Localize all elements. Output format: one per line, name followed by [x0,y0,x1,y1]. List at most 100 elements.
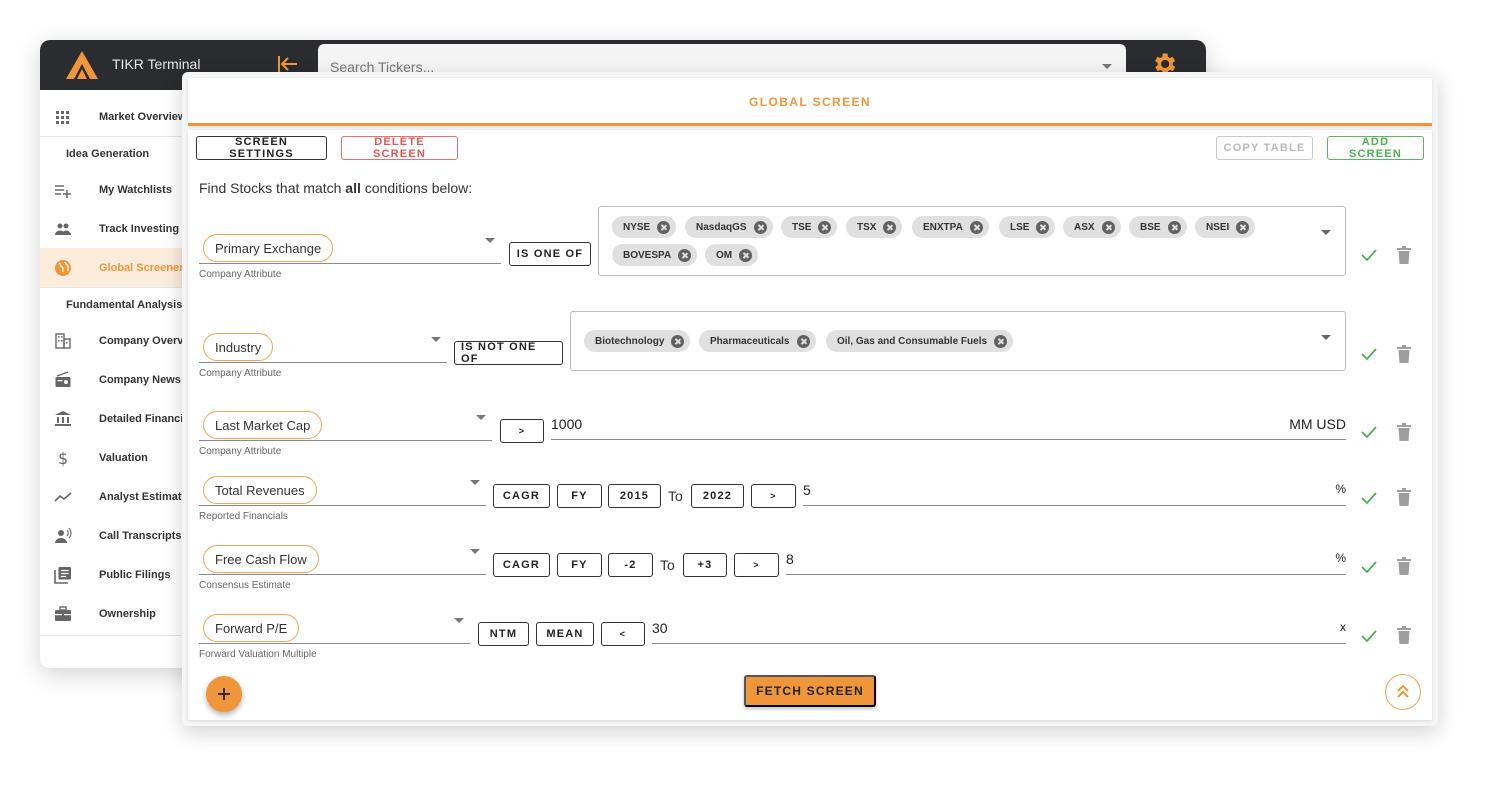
trash-icon[interactable] [1397,246,1411,264]
copy-table-button[interactable]: COPY TABLE [1216,136,1313,160]
value-chip: Oil, Gas and Consumable Fuels [826,330,1014,352]
period-button[interactable]: FY [557,484,602,508]
trash-icon[interactable] [1397,557,1411,575]
remove-chip-icon[interactable] [796,334,810,348]
metric-chip[interactable]: Forward P/E [203,614,300,642]
metric-chip[interactable]: Industry [203,333,274,361]
from-period-button[interactable]: -2 [608,553,653,577]
sidebar-item-detailed-financials[interactable]: Detailed Financial [40,399,193,438]
trash-icon[interactable] [1397,626,1411,644]
period-button[interactable]: NTM [478,622,529,646]
sidebar-item-global-screener[interactable]: Global Screener [40,248,190,287]
to-period-button[interactable]: +3 [683,553,727,577]
value-input[interactable]: 8 % [786,549,1346,575]
sidebar-item-call-transcripts[interactable]: Call Transcripts [40,516,190,555]
value-text[interactable]: 5 [803,482,811,498]
trash-icon[interactable] [1397,488,1411,506]
sidebar: Market Overview Idea Generation My Watch… [40,90,194,668]
sidebar-item-valuation[interactable]: $ Valuation [40,438,190,477]
remove-chip-icon[interactable] [1167,220,1181,234]
metric-dropdown-caret-icon[interactable] [485,238,495,243]
value-text[interactable]: 8 [786,551,794,567]
from-year-button[interactable]: 2015 [608,484,661,508]
remove-chip-icon[interactable] [994,334,1008,348]
metric-chip[interactable]: Last Market Cap [203,411,323,439]
comparator-button[interactable]: > [500,419,544,443]
trash-icon[interactable] [1397,345,1411,363]
remove-chip-icon[interactable] [1236,220,1250,234]
add-screen-button[interactable]: ADD SCREEN [1327,136,1424,160]
remove-chip-icon[interactable] [657,220,671,234]
check-icon[interactable] [1360,423,1378,441]
comparator-button[interactable]: > [734,553,779,577]
metric-category: Company Attribute [199,368,282,379]
sidebar-item-label: Track Investing G [99,222,191,235]
sidebar-item-company-overview[interactable]: Company Overvie [40,321,193,360]
remove-chip-icon[interactable] [739,248,753,262]
industry-multiselect[interactable]: Biotechnology Pharmaceuticals Oil, Gas a… [570,311,1346,371]
metric-dropdown-caret-icon[interactable] [470,549,480,554]
add-condition-button[interactable] [206,676,242,712]
check-icon[interactable] [1360,489,1378,507]
screen-settings-button[interactable]: SCREEN SETTINGS [196,136,327,160]
sidebar-item-analyst-estimates[interactable]: Analyst Estimates [40,477,194,516]
remove-chip-icon[interactable] [678,248,692,262]
remove-chip-icon[interactable] [818,220,832,234]
trash-icon[interactable] [1397,423,1411,441]
calc-button[interactable]: CAGR [493,553,550,577]
metric-chip[interactable]: Primary Exchange [203,234,334,262]
metric-chip[interactable]: Total Revenues [203,476,317,504]
value-chip: TSX [846,216,903,238]
metric-select[interactable]: Industry [199,333,447,363]
metric-chip[interactable]: Free Cash Flow [203,545,319,573]
multiselect-caret-icon[interactable] [1321,230,1331,235]
metric-select[interactable]: Primary Exchange [199,234,501,264]
comparator-button[interactable]: < [601,622,645,646]
grid-icon [56,110,69,124]
sidebar-item-public-filings[interactable]: Public Filings [40,555,190,594]
sidebar-item-ownership[interactable]: Ownership [40,594,190,633]
delete-screen-button[interactable]: DELETE SCREEN [341,136,458,160]
trending-icon [54,491,72,502]
value-input[interactable]: 5 % [803,480,1346,506]
metric-select[interactable]: Free Cash Flow [199,545,486,575]
stat-button[interactable]: MEAN [536,622,594,646]
exchange-multiselect[interactable]: NYSE NasdaqGS TSE TSX ENXTPA LSE ASX BSE… [598,206,1346,276]
remove-chip-icon[interactable] [1101,220,1115,234]
metric-dropdown-caret-icon[interactable] [470,480,480,485]
unit-label: % [1335,551,1346,565]
value-input[interactable]: 1000 MM USD [551,414,1346,440]
value-input[interactable]: 30 x [652,618,1346,644]
sidebar-item-market-overview[interactable]: Market Overview [40,97,190,136]
sidebar-item-company-news[interactable]: Company News [40,360,190,399]
value-text[interactable]: 1000 [551,416,582,432]
sidebar-item-my-watchlists[interactable]: My Watchlists [40,170,190,209]
metric-select[interactable]: Forward P/E [199,614,470,644]
remove-chip-icon[interactable] [671,334,685,348]
check-icon[interactable] [1360,246,1378,264]
operator-button[interactable]: IS ONE OF [509,242,591,266]
search-dropdown-caret-icon[interactable] [1102,64,1112,69]
scroll-to-top-button[interactable] [1385,674,1421,710]
sidebar-item-track-investing[interactable]: Track Investing G [40,209,191,248]
fetch-screen-button[interactable]: FETCH SCREEN [744,675,876,707]
operator-button[interactable]: IS NOT ONE OF [454,341,563,365]
value-text[interactable]: 30 [652,620,668,636]
remove-chip-icon[interactable] [883,220,897,234]
metric-dropdown-caret-icon[interactable] [476,415,486,420]
to-year-button[interactable]: 2022 [691,484,744,508]
multiselect-caret-icon[interactable] [1321,335,1331,340]
remove-chip-icon[interactable] [1036,220,1050,234]
comparator-button[interactable]: > [751,484,796,508]
check-icon[interactable] [1360,345,1378,363]
metric-dropdown-caret-icon[interactable] [431,337,441,342]
metric-select[interactable]: Total Revenues [199,476,486,506]
remove-chip-icon[interactable] [969,220,983,234]
calc-button[interactable]: CAGR [493,484,550,508]
metric-dropdown-caret-icon[interactable] [454,618,464,623]
check-icon[interactable] [1360,627,1378,645]
metric-select[interactable]: Last Market Cap [199,411,492,441]
remove-chip-icon[interactable] [753,220,767,234]
period-button[interactable]: FY [557,553,602,577]
check-icon[interactable] [1360,558,1378,576]
